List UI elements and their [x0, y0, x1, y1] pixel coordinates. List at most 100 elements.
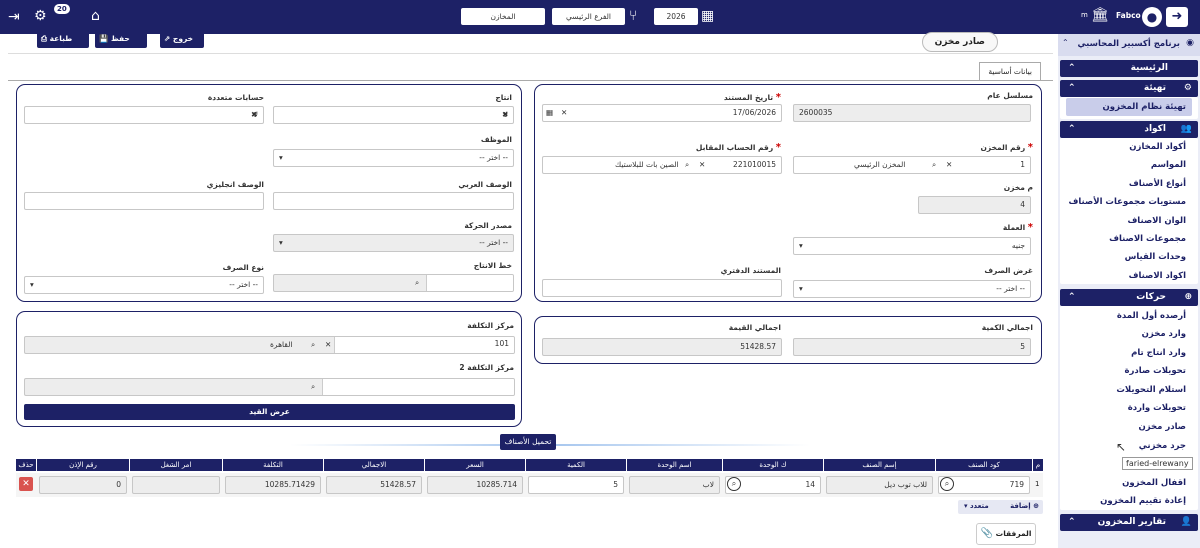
attachments-button[interactable]: 📎 المرفقات	[976, 523, 1036, 545]
sidebar-item-transfers-in[interactable]: تحويلات واردة	[1066, 399, 1192, 417]
multi-acct-label: حسابات متعددة	[207, 93, 264, 102]
qty-input[interactable]: 5	[528, 476, 624, 494]
sidebar-item-opening-balances[interactable]: أرصده أول المدة	[1066, 307, 1192, 325]
section-transactions[interactable]: ⌃ حركات ⊕	[1060, 289, 1198, 306]
sidebar-item-store-out[interactable]: صادر مخزن	[1066, 418, 1192, 436]
col-work-order-header: امر الشغل	[130, 459, 222, 471]
cost-center-field[interactable]: 101 ✕ ⌕ القاهرة	[24, 336, 515, 354]
mouse-cursor-icon: ↖	[1116, 440, 1127, 454]
sidebar-item-item-types[interactable]: أنواع الأصناف	[1066, 175, 1192, 193]
sidebar-item-group-levels[interactable]: مستويات مجموعات الأصناف	[1066, 193, 1192, 211]
user-icon[interactable]: ●	[1142, 7, 1162, 27]
store-no-field[interactable]: 1 ✕ ⌕ المخزن الرئيسي	[793, 156, 1031, 174]
search-icon[interactable]: ⌕	[727, 477, 741, 491]
branch-select[interactable]: الفرع الرئيسي	[552, 8, 625, 25]
tab-basic-data[interactable]: بيانات أساسية	[979, 62, 1041, 80]
cost-center-code[interactable]: 101	[334, 337, 514, 353]
sidebar-item-transfers-out[interactable]: تحويلات صادرة	[1066, 362, 1192, 380]
col-unit-name-header: اسم الوحدة	[627, 459, 722, 471]
close-icon[interactable]: ✖	[251, 107, 257, 123]
save-button[interactable]: 💾 حفظ	[95, 30, 147, 48]
users-icon: 👥	[1180, 124, 1192, 134]
cost-center2-field[interactable]: ⌕	[24, 378, 515, 396]
show-entry-button[interactable]: عرض القيد	[24, 404, 515, 420]
chevron-up-icon: ⌃	[1068, 292, 1076, 302]
english-desc-field[interactable]	[24, 192, 264, 210]
close-icon[interactable]: ✖	[502, 107, 508, 123]
section-reports[interactable]: ⌃ تقارير المخزون 👤	[1060, 514, 1198, 531]
purpose-select[interactable]: ▾ -- اختر --	[793, 280, 1031, 298]
sidebar-item-stock-setup[interactable]: تهيئة نظام المخزون	[1066, 98, 1192, 116]
logout-icon[interactable]: ⇥	[8, 10, 20, 24]
year-select[interactable]: 2026	[654, 8, 698, 25]
sidebar-item-receive-transfers[interactable]: استلام التحويلات	[1066, 381, 1192, 399]
prod-line-code[interactable]	[426, 275, 513, 291]
paperclip-icon: 📎	[980, 528, 994, 539]
doc-date-field[interactable]: ▦ ✕ 17/06/2026	[542, 104, 782, 122]
sidebar-item-store-codes[interactable]: أكواد المخازن	[1066, 138, 1192, 156]
chevron-up-icon: ⌃	[1068, 124, 1076, 134]
employee-select[interactable]: ▾ -- اختر --	[273, 149, 514, 167]
clear-icon[interactable]: ✕	[561, 105, 567, 121]
cost-cell: 10285.71429	[225, 476, 321, 494]
cost-center2-code[interactable]	[322, 379, 514, 395]
sidebar-item-revalue-stock[interactable]: إعادة تقييم المخزون	[1066, 492, 1192, 510]
section-main[interactable]: ⌃ الرئيسية	[1060, 60, 1198, 77]
purpose-label: غرض الصرف	[984, 266, 1033, 275]
sidebar-item-close-stock[interactable]: اقفال المخزون	[1066, 474, 1192, 492]
settings-icon[interactable]: ⚙	[34, 9, 47, 23]
clear-icon[interactable]: ✕	[946, 157, 952, 173]
clear-icon[interactable]: ✕	[699, 157, 705, 173]
currency-select[interactable]: ▾ جنيه	[793, 237, 1031, 255]
unit-qty-input[interactable]: ⌕ 14	[725, 476, 821, 494]
multi-acct-field[interactable]: لا ✖	[24, 106, 264, 124]
sidebar-item-production-in[interactable]: وارد انتاج تام	[1066, 344, 1192, 362]
sidebar-item-item-groups[interactable]: مجموعات الاصناف	[1066, 230, 1192, 248]
sidebar-item-item-codes[interactable]: اكواد الاصناف	[1066, 267, 1192, 285]
search-icon[interactable]: ⌕	[940, 477, 954, 491]
arabic-desc-field[interactable]	[273, 192, 514, 210]
section-label: الرئيسية	[1130, 63, 1168, 73]
m-store-value: 4	[1020, 200, 1025, 209]
home-icon[interactable]: ⌂	[91, 9, 100, 23]
total-value-value: 51428.57	[740, 342, 776, 351]
doc-date-text: تاريخ المستند	[723, 93, 774, 102]
search-icon[interactable]: ⌕	[415, 275, 419, 291]
sidebar-item-item-colors[interactable]: الوان الاصناف	[1066, 212, 1192, 230]
add-row-button[interactable]: إضافة ⊕	[1010, 502, 1039, 510]
search-icon[interactable]: ⌕	[311, 379, 315, 395]
sidebar-item-inventory-count[interactable]: جرد مخزني	[1066, 437, 1192, 455]
item-name-value: للاب توب ديل	[884, 480, 927, 489]
search-icon[interactable]: ⌕	[932, 157, 936, 173]
arrow-right-icon[interactable]: ➜	[1166, 7, 1188, 27]
chevron-up-icon[interactable]: ⌃	[1062, 38, 1069, 47]
load-items-button[interactable]: تحميل الأصناف	[500, 434, 556, 450]
sidebar-item-seasons[interactable]: المواسم	[1066, 156, 1192, 174]
sidebar-item-store-in[interactable]: وارد مخزن	[1066, 325, 1192, 343]
expense-type-label: نوع الصرف	[222, 263, 264, 272]
col-delete-header: حذف	[16, 459, 36, 471]
section-codes[interactable]: ⌃ اكواد 👥	[1060, 121, 1198, 138]
print-button[interactable]: ⎙ طباعة	[37, 30, 89, 48]
production-field[interactable]: لا ✖	[273, 106, 514, 124]
book-doc-field[interactable]	[542, 279, 782, 297]
search-icon[interactable]: ⌕	[685, 157, 689, 173]
counter-acct-label: رقم الحساب المقابل *	[695, 142, 781, 153]
section-setup[interactable]: ⌃ تهيئة ⚙	[1060, 80, 1198, 97]
delete-row-button[interactable]: ✕	[19, 477, 33, 491]
clear-icon[interactable]: ✕	[325, 337, 331, 353]
module-select[interactable]: المخازن	[461, 8, 545, 25]
multi-dropdown[interactable]: ▾ متعدد	[964, 502, 989, 510]
notification-badge: 20	[54, 4, 70, 14]
expense-type-select[interactable]: ▾ -- اختر --	[24, 276, 264, 294]
calendar-icon[interactable]: ▦	[701, 9, 714, 23]
item-code-input[interactable]: ⌕ 719	[938, 476, 1030, 494]
section-label: تقارير المخزون	[1097, 517, 1166, 527]
calendar-icon[interactable]: ▦	[546, 105, 553, 121]
grid-footer: ▾ متعدد إضافة ⊕	[958, 500, 1043, 514]
row-index: 1	[1035, 480, 1040, 488]
sidebar-item-units[interactable]: وحدات القياس	[1066, 248, 1192, 266]
exit-button[interactable]: ⇗ خروج	[160, 30, 204, 48]
search-icon[interactable]: ⌕	[311, 337, 315, 353]
counter-acct-field[interactable]: 221010015 ✕ ⌕ الصين بات للبلاستيك	[542, 156, 782, 174]
